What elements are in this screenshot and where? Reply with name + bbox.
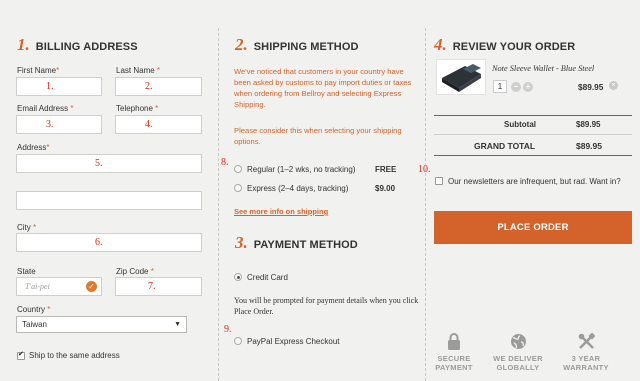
review-title: 4. REVIEW YOUR ORDER — [434, 35, 575, 55]
ship-same-checkbox[interactable] — [17, 350, 25, 360]
country-label: Country * — [17, 305, 51, 314]
shipping-consider-notice: Please consider this when selecting your… — [234, 126, 402, 146]
annotation-9: 9. — [224, 324, 232, 335]
ship-same-label: Ship to the same address — [29, 351, 120, 360]
shipping-payment-section: 2. SHIPPING METHOD We've noticed that cu… — [219, 0, 425, 381]
decrease-quantity-button[interactable]: − — [511, 82, 521, 92]
secure-payment-line2: PAYMENT — [435, 363, 473, 372]
totals-mid-divider — [434, 134, 632, 135]
credit-card-radio[interactable] — [234, 273, 242, 281]
credit-card-note: You will be prompted for payment details… — [234, 296, 419, 316]
product-price: $89.95 — [578, 82, 604, 92]
billing-step-number: 1. — [17, 35, 30, 54]
first-name-label: First Name* — [17, 66, 60, 75]
annotation-5: 5. — [95, 158, 103, 169]
annotation-8: 8. — [221, 157, 229, 168]
tools-icon — [578, 333, 595, 349]
first-name-field[interactable] — [16, 77, 102, 96]
last-name-field[interactable] — [115, 77, 202, 96]
secure-payment-badge: SECURE PAYMENT — [429, 333, 479, 372]
zip-code-field[interactable] — [115, 277, 202, 296]
shipping-option-regular-radio[interactable] — [234, 165, 242, 173]
country-select-value: Taiwan — [22, 320, 47, 329]
customs-notice: We've noticed that customers in your cou… — [234, 67, 412, 109]
shipping-info-link[interactable]: See more info on shipping — [234, 207, 328, 216]
global-delivery-line2: GLOBALLY — [496, 363, 540, 372]
billing-heading: BILLING ADDRESS — [35, 41, 138, 53]
paypal-label: PayPal Express Checkout — [247, 337, 340, 346]
city-label: City * — [17, 223, 37, 232]
telephone-label: Telephone * — [116, 104, 159, 113]
state-placeholder: T'ai-pei — [25, 282, 50, 291]
shipping-step-number: 2. — [235, 35, 248, 54]
address-label: Address* — [17, 143, 50, 152]
totals-top-divider — [434, 115, 632, 116]
address-line-1-field[interactable] — [16, 154, 202, 173]
shipping-heading: SHIPPING METHOD — [253, 41, 359, 53]
grand-total-value: $89.95 — [576, 141, 602, 151]
address-line-2-field[interactable] — [16, 191, 202, 210]
shipping-option-express-radio[interactable] — [234, 184, 242, 192]
annotation-2: 2. — [145, 81, 153, 92]
review-section: 4. REVIEW YOUR ORDER Note Sleeve Wallet … — [418, 0, 640, 381]
warranty-line2: WARRANTY — [563, 363, 609, 372]
telephone-field[interactable] — [115, 115, 202, 134]
place-order-button[interactable]: PLACE ORDER — [434, 211, 632, 244]
billing-section: 1. BILLING ADDRESS First Name* 1. Last N… — [0, 0, 218, 381]
country-select[interactable]: Taiwan ▼ — [16, 316, 187, 333]
credit-card-label: Credit Card — [247, 273, 288, 282]
paypal-radio[interactable] — [234, 337, 242, 345]
review-heading: REVIEW YOUR ORDER — [452, 41, 576, 53]
payment-step-number: 3. — [235, 233, 248, 252]
state-label: State — [17, 267, 36, 276]
state-field[interactable]: T'ai-pei ✓ — [16, 277, 102, 296]
product-image[interactable] — [436, 59, 486, 95]
check-valid-icon: ✓ — [86, 281, 97, 292]
warranty-badge: 3 YEAR WARRANTY — [556, 333, 616, 372]
chevron-down-icon: ▼ — [174, 321, 181, 328]
shipping-option-regular-label: Regular (1–2 wks, no tracking) — [247, 165, 356, 174]
subtotal-value: $89.95 — [576, 120, 601, 129]
warranty-line1: 3 YEAR — [571, 354, 601, 363]
shipping-option-regular-price: FREE — [375, 165, 397, 174]
grand-total-label: GRAND TOTAL — [474, 141, 536, 151]
shipping-option-express-price: $9.00 — [375, 184, 396, 193]
email-field[interactable] — [16, 115, 102, 134]
annotation-4: 4. — [145, 119, 153, 130]
annotation-7: 7. — [148, 281, 156, 292]
newsletter-checkbox[interactable] — [435, 177, 443, 185]
annotation-10: 10. — [418, 164, 431, 175]
quantity-input[interactable]: 1 — [493, 80, 507, 93]
annotation-3: 3. — [46, 119, 54, 130]
increase-quantity-button[interactable]: + — [523, 82, 533, 92]
lock-icon — [448, 333, 460, 350]
totals-bottom-divider — [434, 155, 632, 156]
annotation-6: 6. — [95, 237, 103, 248]
city-field[interactable] — [16, 233, 202, 252]
payment-title: 3. PAYMENT METHOD — [235, 233, 358, 253]
newsletter-label: Our newsletters are infrequent, but rad.… — [448, 177, 621, 186]
product-name: Note Sleeve Wallet - Blue Steel — [492, 64, 595, 73]
globe-icon — [510, 334, 526, 349]
annotation-1: 1. — [46, 81, 54, 92]
last-name-label: Last Name * — [116, 66, 161, 75]
global-delivery-line1: WE DELIVER — [493, 354, 543, 363]
secure-payment-line1: SECURE — [437, 354, 471, 363]
subtotal-label: Subtotal — [504, 120, 536, 129]
shipping-title: 2. SHIPPING METHOD — [235, 35, 359, 55]
remove-item-icon[interactable]: × — [609, 81, 618, 90]
zip-label: Zip Code * — [116, 267, 154, 276]
email-label: Email Address * — [17, 104, 74, 113]
shipping-option-express-label: Express (2–4 days, tracking) — [247, 184, 349, 193]
global-delivery-badge: WE DELIVER GLOBALLY — [488, 333, 548, 372]
billing-title: 1. BILLING ADDRESS — [17, 35, 138, 55]
payment-heading: PAYMENT METHOD — [253, 239, 358, 251]
review-step-number: 4. — [434, 35, 447, 54]
wallet-image — [442, 64, 481, 92]
